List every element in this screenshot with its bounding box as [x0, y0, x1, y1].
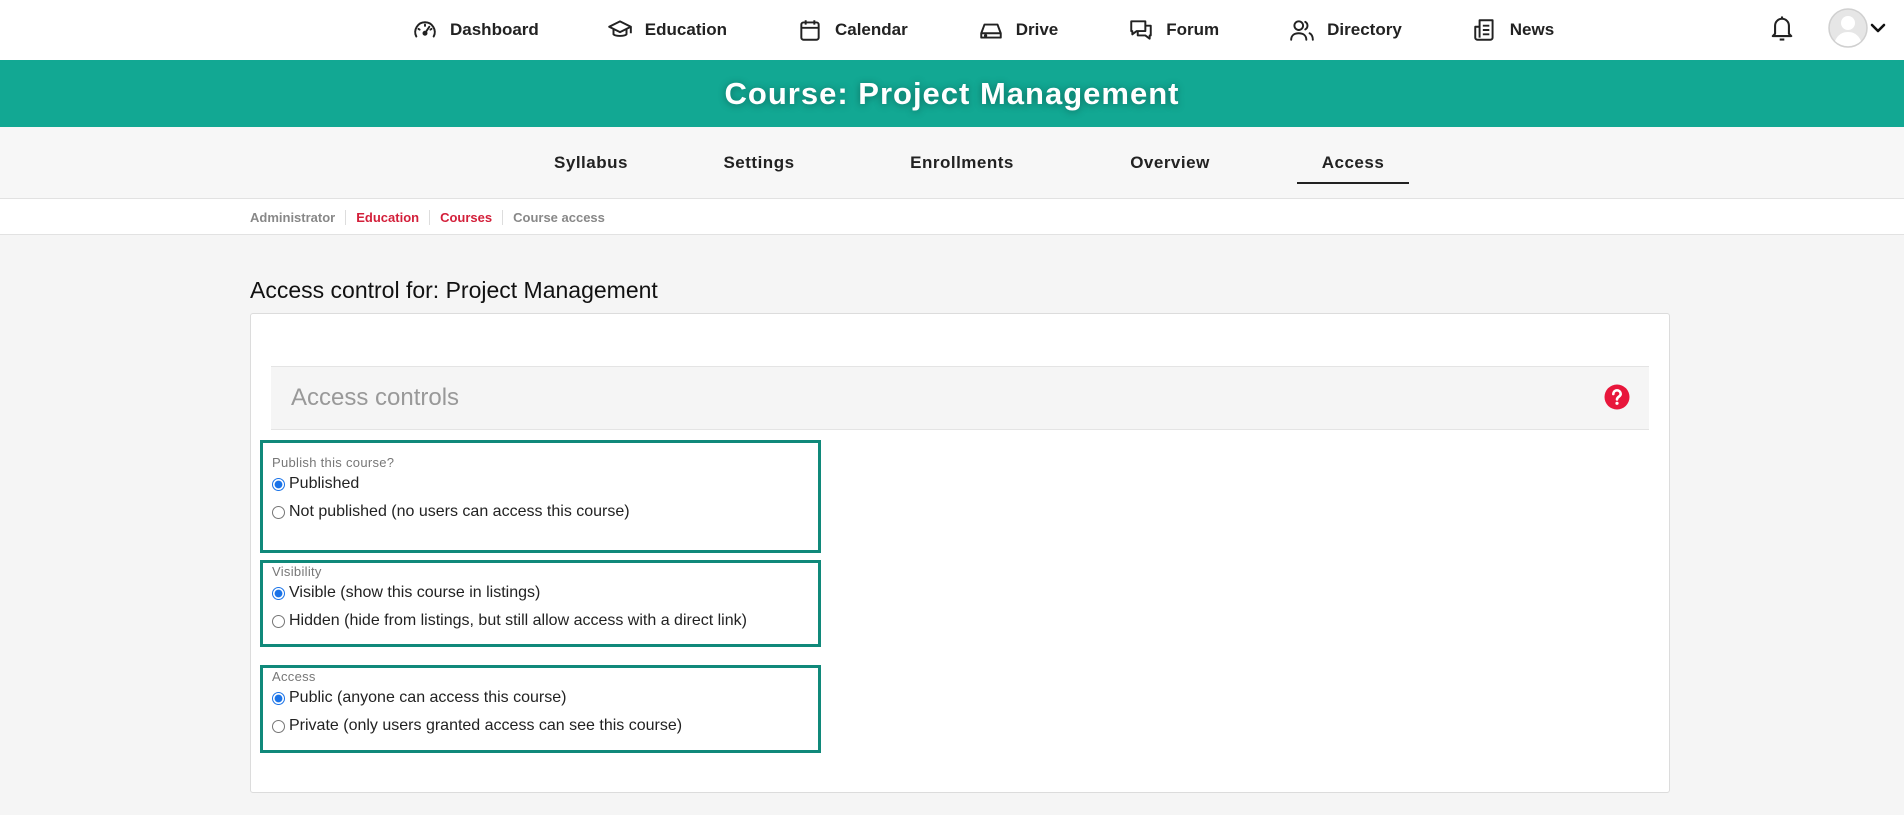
- nav-label: News: [1509, 20, 1555, 39]
- nav-label: Calendar: [834, 20, 908, 39]
- breadcrumb-courses[interactable]: Courses: [429, 209, 502, 225]
- private-option[interactable]: Private (only users granted access can s…: [272, 717, 818, 735]
- access-legend: Access: [272, 669, 316, 684]
- breadcrumb: Administrator Education Courses Course a…: [0, 199, 1904, 235]
- nav-label: Forum: [1166, 20, 1220, 39]
- nav-calendar[interactable]: Calendar: [797, 17, 908, 43]
- top-navigation: Dashboard Education Calendar Drive Forum…: [0, 0, 1904, 60]
- hidden-option[interactable]: Hidden (hide from listings, but still al…: [272, 612, 818, 630]
- option-label: Hidden (hide from listings, but still al…: [289, 612, 747, 629]
- hidden-radio[interactable]: [272, 614, 285, 628]
- option-label: Not published (no users can access this …: [289, 503, 630, 520]
- not-published-radio[interactable]: [272, 505, 285, 519]
- nav-label: Drive: [1015, 20, 1059, 39]
- breadcrumb-course-access: Course access: [502, 209, 615, 225]
- access-group: Access Public (anyone can access this co…: [260, 665, 821, 753]
- nav-drive[interactable]: Drive: [978, 17, 1059, 43]
- breadcrumb-education[interactable]: Education: [345, 209, 429, 225]
- not-published-option[interactable]: Not published (no users can access this …: [272, 503, 818, 521]
- users-icon: [1290, 20, 1314, 41]
- section-header: Access controls: [271, 366, 1649, 430]
- published-radio[interactable]: [272, 477, 285, 491]
- public-option[interactable]: Public (anyone can access this course): [272, 689, 818, 707]
- option-label: Published: [289, 475, 360, 492]
- nav-label: Directory: [1327, 20, 1402, 39]
- private-radio[interactable]: [272, 719, 285, 733]
- nav-forum[interactable]: Forum: [1128, 17, 1219, 43]
- bell-icon[interactable]: [1768, 13, 1796, 43]
- page-title: Access control for: Project Management: [250, 277, 658, 303]
- public-radio[interactable]: [272, 691, 285, 705]
- section-title: Access controls: [291, 384, 460, 411]
- publish-legend: Publish this course?: [272, 455, 395, 470]
- nav-label: Education: [644, 20, 727, 39]
- tab-settings[interactable]: Settings: [718, 127, 800, 199]
- publish-group: Publish this course? Published Not publi…: [260, 440, 821, 553]
- nav-news[interactable]: News: [1472, 17, 1554, 43]
- main-nav: Dashboard Education Calendar Drive Forum…: [412, 0, 1554, 60]
- nav-label: Dashboard: [450, 20, 539, 39]
- visibility-group: Visibility Visible (show this course in …: [260, 560, 821, 647]
- tab-syllabus[interactable]: Syllabus: [536, 127, 646, 199]
- option-label: Private (only users granted access can s…: [289, 717, 683, 734]
- newspaper-icon: [1474, 19, 1494, 41]
- nav-dashboard[interactable]: Dashboard: [412, 17, 539, 43]
- breadcrumb-administrator: Administrator: [250, 209, 336, 225]
- tab-enrollments[interactable]: Enrollments: [906, 127, 1018, 199]
- tab-overview[interactable]: Overview: [1126, 127, 1214, 199]
- option-label: Visible (show this course in listings): [289, 584, 541, 601]
- option-label: Public (anyone can access this course): [289, 689, 567, 706]
- drive-icon: [979, 23, 1002, 39]
- chevron-down-icon[interactable]: [1868, 18, 1888, 38]
- question-circle-icon[interactable]: [1604, 384, 1630, 410]
- calendar-icon: [800, 20, 820, 41]
- graduation-cap-icon: [607, 20, 632, 37]
- dashboard-gauge-icon: [414, 21, 436, 38]
- access-panel: Access controls Publish this course? Pub…: [250, 313, 1670, 793]
- course-title: Course: Project Management: [724, 75, 1180, 111]
- course-banner: Course: Project Management: [0, 60, 1904, 127]
- visibility-legend: Visibility: [272, 564, 322, 579]
- course-tabs: Syllabus Settings Enrollments Overview A…: [0, 127, 1904, 199]
- user-avatar-icon[interactable]: [1828, 8, 1868, 48]
- published-option[interactable]: Published: [272, 475, 818, 493]
- chat-bubbles-icon: [1130, 20, 1152, 40]
- nav-education[interactable]: Education: [607, 17, 727, 43]
- nav-directory[interactable]: Directory: [1289, 17, 1402, 43]
- tab-access[interactable]: Access: [1297, 127, 1409, 199]
- visible-radio[interactable]: [272, 586, 285, 600]
- visible-option[interactable]: Visible (show this course in listings): [272, 584, 818, 602]
